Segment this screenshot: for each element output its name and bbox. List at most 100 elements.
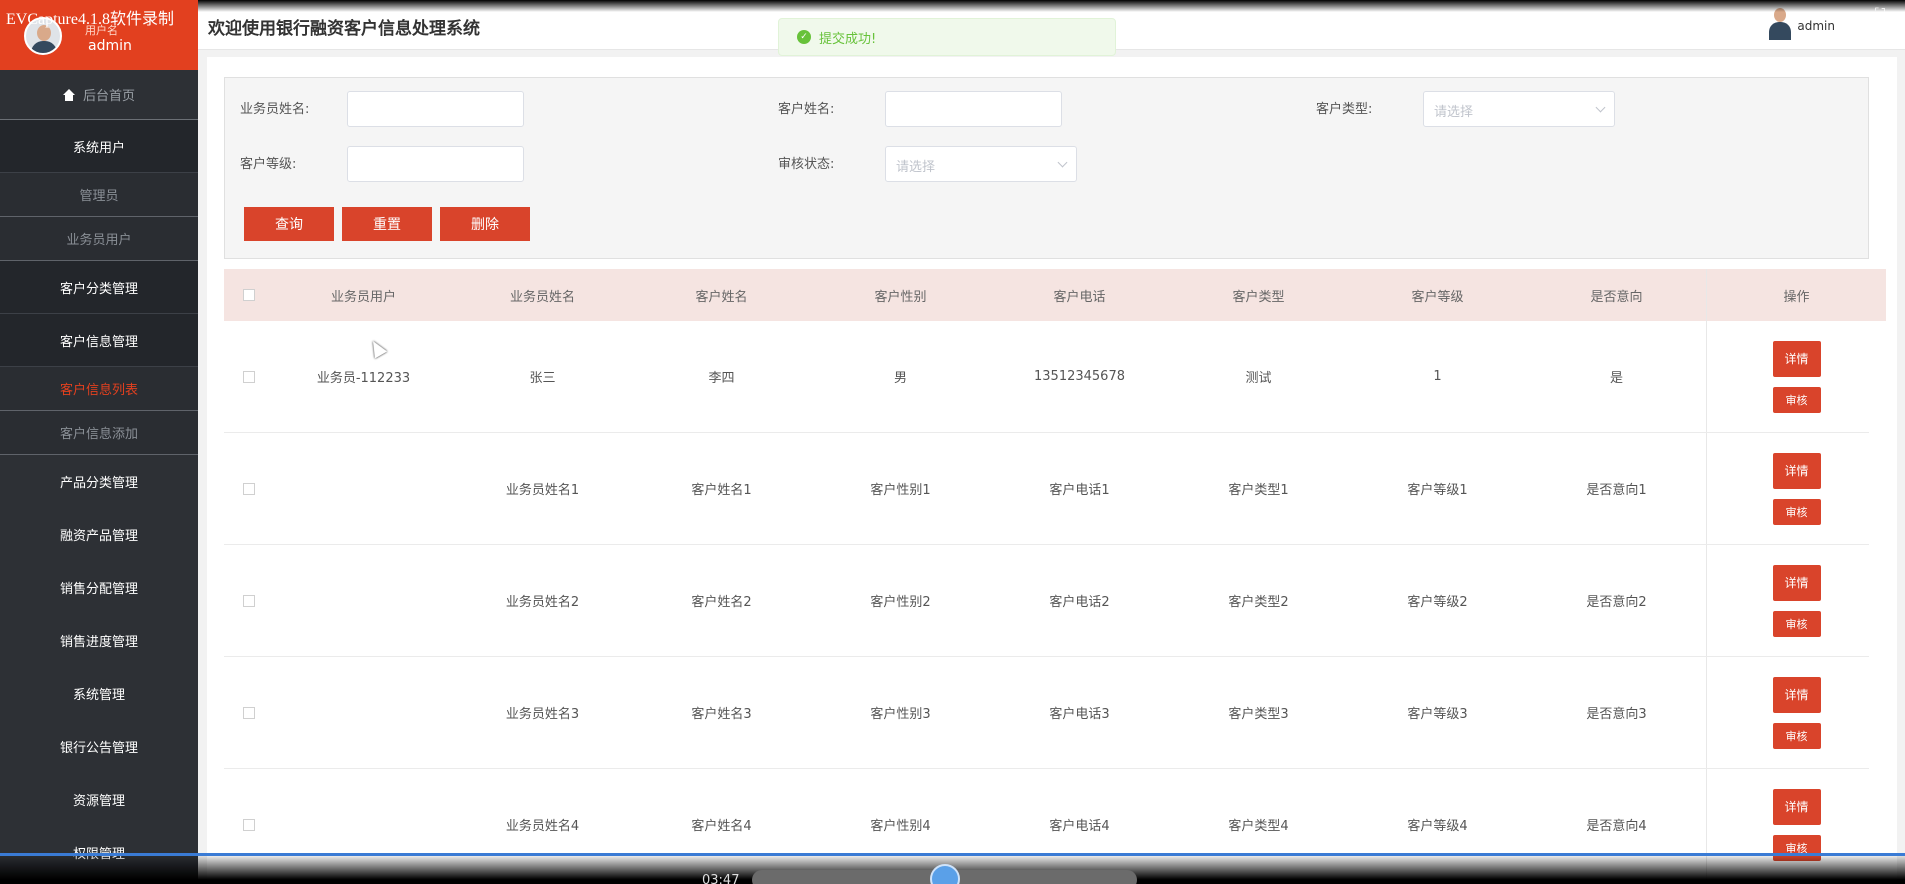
sidebar-item-home[interactable]: 后台首页 [0, 70, 198, 120]
recorder-title: EVCapture4.1.8软件录制 [6, 11, 174, 28]
table-cell: 测试 [1245, 371, 1272, 386]
table-row: 业务员姓名3 客户姓名3 客户性别3 客户电话3 客户类型3 客户等级3 是否意向3 详情 审核 [224, 657, 1869, 769]
table-cell: 客户性别4 [870, 819, 931, 834]
detail-button[interactable]: 详情 [1772, 452, 1821, 489]
sidebar: 用户名 admin 后台首页 系统用户 管理员 业务员用户 客户分类管理 客户信息管理客… [0, 0, 198, 884]
customer-name-input[interactable] [885, 91, 1062, 127]
column-header: 客户电话 [1053, 289, 1106, 305]
table-cell: 业务员姓名3 [505, 707, 580, 722]
row-actions: 详情 审核 [1706, 321, 1886, 432]
detail-button[interactable]: 详情 [1772, 340, 1821, 377]
audit-status-select[interactable]: 请选择 [885, 146, 1077, 182]
fullscreen-icon[interactable]: ⛶ [1875, 6, 1893, 22]
row-checkbox[interactable] [224, 818, 274, 831]
customer-type-label: 客户类型: [1316, 102, 1373, 117]
audit-button[interactable]: 审核 [1772, 722, 1821, 749]
sidebar-item-11[interactable]: 系统管理 [0, 667, 198, 720]
column-header: 客户等级 [1411, 289, 1464, 305]
sidebar-item-12[interactable]: 银行公告管理 [0, 720, 198, 773]
sidebar-item-5[interactable]: 客户信息列表 [0, 367, 198, 411]
table-cell: 1 [1433, 369, 1442, 384]
table-cell: 是 [1609, 371, 1623, 386]
user-name: admin [88, 38, 132, 54]
table-row: 业务员姓名1 客户姓名1 客户性别1 客户电话1 客户类型1 客户等级1 是否意向1 详情 审核 [224, 433, 1869, 545]
home-icon [62, 88, 75, 101]
audit-button[interactable]: 审核 [1772, 498, 1821, 525]
customer-type-select[interactable]: 请选择 [1423, 91, 1615, 127]
row-actions: 详情 审核 [1706, 433, 1886, 544]
table-cell: 业务员姓名4 [505, 819, 580, 834]
header-username[interactable]: admin [1797, 19, 1835, 33]
row-checkbox[interactable] [224, 482, 274, 495]
table-body: 业务员-112233 张三 李四男 13512345678 测试 1 是详情 审核 业务员姓名1… [224, 321, 1869, 881]
table-cell: 业务员姓名2 [505, 595, 580, 610]
table-cell: 张三 [529, 371, 556, 386]
table-cell: 客户类型2 [1228, 595, 1289, 610]
table-header: 业务员用户 业务员姓名 客户姓名 客户性别 客户电话 客户类型 客户等级 是否意向 操作 [224, 269, 1886, 321]
table-cell: 客户性别2 [870, 595, 931, 610]
table-cell: 客户性别1 [870, 483, 931, 498]
sidebar-item-4[interactable]: 客户信息管理 [0, 314, 198, 367]
sidebar-item-9[interactable]: 销售分配管理 [0, 561, 198, 614]
audit-button[interactable]: 审核 [1772, 386, 1821, 413]
recorder-shadow [198, 0, 1905, 12]
row-checkbox[interactable] [224, 594, 274, 607]
sidebar-item-1[interactable]: 管理员 [0, 173, 198, 217]
success-toast: ✓ 提交成功! [778, 18, 1116, 56]
chevron-down-icon [1057, 157, 1068, 168]
select-placeholder: 请选择 [1434, 105, 1474, 120]
sidebar-item-6[interactable]: 客户信息添加 [0, 411, 198, 455]
table-cell: 男 [893, 371, 907, 386]
query-button[interactable]: 查询 [244, 207, 334, 241]
table-cell: 客户等级3 [1407, 707, 1468, 722]
table-cell: 客户姓名2 [691, 595, 752, 610]
detail-button[interactable]: 详情 [1772, 788, 1821, 825]
sidebar-menu: 系统用户 管理员 业务员用户 客户分类管理 客户信息管理 客户信息列表 客户信息添加 产品分类… [0, 120, 198, 879]
table-cell: 客户类型4 [1228, 819, 1289, 834]
sidebar-item-2[interactable]: 业务员用户 [0, 217, 198, 261]
detail-button[interactable]: 详情 [1772, 564, 1821, 601]
table-cell: 客户姓名3 [691, 707, 752, 722]
sidebar-item-7[interactable]: 产品分类管理 [0, 455, 198, 508]
sidebar-item-label: 后台首页 [82, 89, 135, 104]
table-cell: 是否意向3 [1586, 707, 1647, 722]
progress-bar[interactable] [0, 853, 1905, 856]
column-header-ops: 操作 [1783, 289, 1810, 305]
sidebar-item-10[interactable]: 销售进度管理 [0, 614, 198, 667]
table-cell: 是否意向2 [1586, 595, 1647, 610]
salesman-name-input[interactable] [347, 91, 524, 127]
reset-button[interactable]: 重置 [342, 207, 432, 241]
audit-status-label: 审核状态: [778, 157, 835, 172]
row-actions: 详情 审核 [1706, 545, 1886, 656]
customer-level-input[interactable] [347, 146, 524, 182]
table-cell: 客户等级4 [1407, 819, 1468, 834]
column-header: 业务员姓名 [509, 289, 575, 305]
table-cell: 客户电话2 [1049, 595, 1110, 610]
table-cell: 是否意向4 [1586, 819, 1647, 834]
select-all-checkbox[interactable] [224, 289, 274, 301]
customer-name-label: 客户姓名: [778, 102, 835, 117]
column-header: 是否意向 [1590, 289, 1643, 305]
table-cell: 客户等级1 [1407, 483, 1468, 498]
toast-text: 提交成功! [819, 31, 877, 47]
main-content: 业务员姓名: 客户姓名: 客户类型: 请选择 客户等级: 审核状态: 请选择 查… [207, 57, 1897, 884]
table-cell: 13512345678 [1034, 369, 1125, 384]
delete-button[interactable]: 删除 [440, 207, 530, 241]
row-checkbox[interactable] [224, 370, 274, 383]
table-cell: 客户类型1 [1228, 483, 1289, 498]
table-cell: 客户类型3 [1228, 707, 1289, 722]
header-avatar[interactable] [1767, 8, 1793, 42]
sidebar-item-8[interactable]: 融资产品管理 [0, 508, 198, 561]
sidebar-item-13[interactable]: 资源管理 [0, 773, 198, 826]
table-cell: 客户性别3 [870, 707, 931, 722]
table-cell: 客户电话1 [1049, 483, 1110, 498]
sidebar-item-0[interactable]: 系统用户 [0, 120, 198, 173]
audit-button[interactable]: 审核 [1772, 610, 1821, 637]
column-header: 客户姓名 [695, 289, 748, 305]
detail-button[interactable]: 详情 [1772, 676, 1821, 713]
table-row: 业务员-112233 张三 李四 男 13512345678 测试 1 是 详情 审核 [224, 321, 1869, 433]
customer-table: 业务员用户 业务员姓名 客户姓名 客户性别 客户电话 客户类型 客户等级 是否意向 操作 业务… [224, 269, 1886, 881]
row-actions: 详情 审核 [1706, 657, 1886, 768]
row-checkbox[interactable] [224, 706, 274, 719]
sidebar-item-3[interactable]: 客户分类管理 [0, 261, 198, 314]
